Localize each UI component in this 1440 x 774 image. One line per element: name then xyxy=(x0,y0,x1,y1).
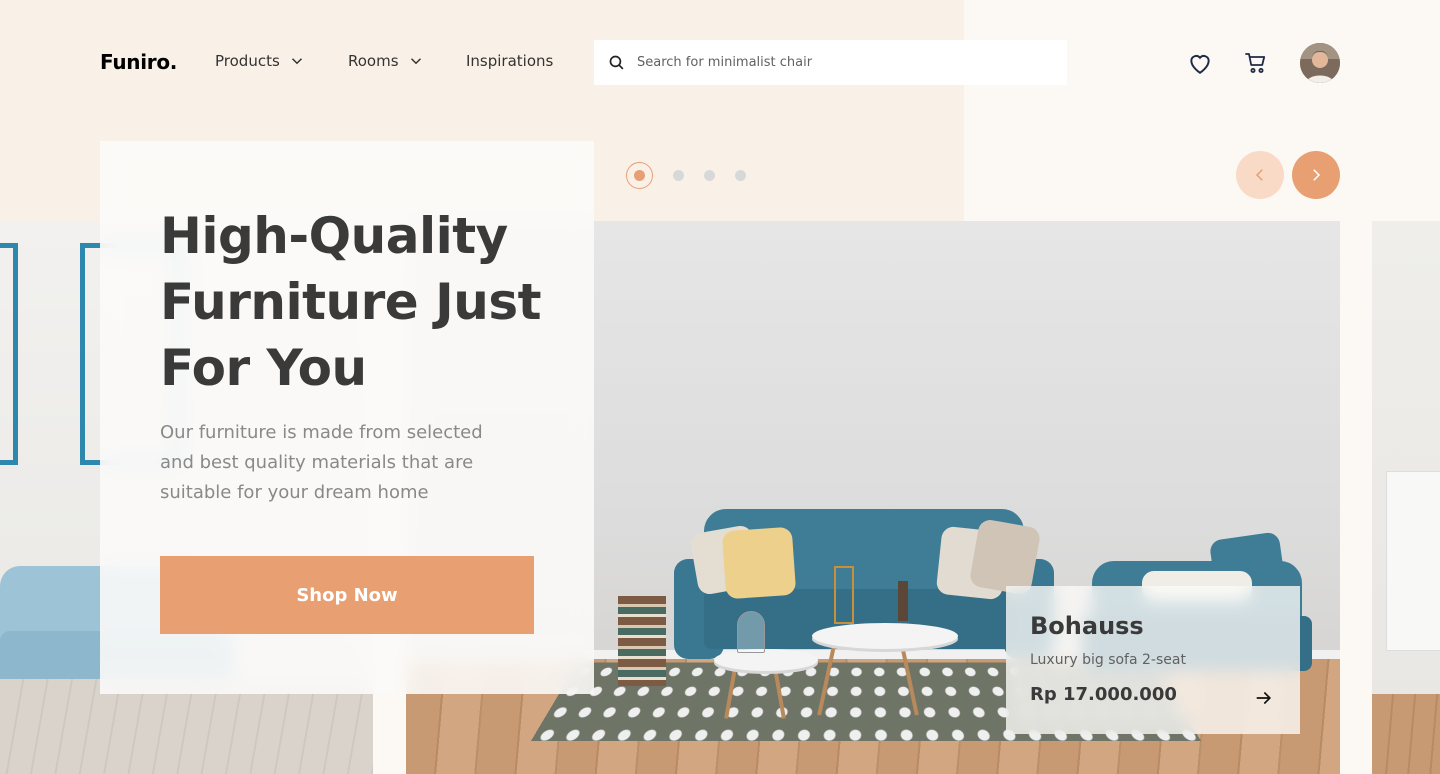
cart-icon xyxy=(1245,53,1266,73)
slider-next-button[interactable] xyxy=(1292,151,1340,199)
wishlist-button[interactable] xyxy=(1185,48,1215,78)
avatar-image xyxy=(1300,43,1340,83)
shop-now-button[interactable]: Shop Now xyxy=(160,556,534,634)
nav-rooms[interactable]: Rooms xyxy=(348,52,425,70)
slide-image-next xyxy=(1372,221,1440,774)
nav-rooms-label: Rooms xyxy=(348,52,399,70)
heart-icon xyxy=(1190,55,1210,74)
product-name: Bohauss xyxy=(1030,612,1144,640)
chevron-right-icon xyxy=(1313,169,1321,181)
slide-dot[interactable] xyxy=(735,170,746,181)
product-price: Rp 17.000.000 xyxy=(1030,684,1177,705)
floor xyxy=(1372,694,1440,774)
chevron-down-icon xyxy=(410,58,421,65)
slider-prev-button[interactable] xyxy=(1236,151,1284,199)
chevron-left-icon xyxy=(1255,169,1263,181)
cart-button[interactable] xyxy=(1241,48,1271,78)
side-table xyxy=(714,649,818,671)
cloche-decor xyxy=(737,611,765,653)
coffee-table xyxy=(812,623,958,649)
nav-products-label: Products xyxy=(215,52,280,70)
slide-dot[interactable] xyxy=(673,170,684,181)
slide-dot-fill xyxy=(634,170,645,181)
candle-decor xyxy=(898,581,908,621)
product-description: Luxury big sofa 2-seat xyxy=(1030,652,1186,668)
arrow-right-icon[interactable] xyxy=(1254,688,1274,708)
featured-product-card[interactable]: Bohauss Luxury big sofa 2-seat Rp 17.000… xyxy=(1006,586,1300,734)
candle-decor xyxy=(834,566,854,624)
hero-description: Our furniture is made from selected and … xyxy=(160,422,483,503)
nav-inspirations-label: Inspirations xyxy=(466,52,554,70)
cabinet xyxy=(1386,471,1440,651)
slide-dot-active[interactable] xyxy=(626,162,653,189)
search-bar[interactable] xyxy=(594,40,1067,85)
slide-dot[interactable] xyxy=(704,170,715,181)
wall-frame xyxy=(0,243,18,465)
chevron-down-icon xyxy=(291,58,302,65)
nav-inspirations[interactable]: Inspirations xyxy=(466,52,553,70)
search-icon xyxy=(609,55,624,70)
nav-products[interactable]: Products xyxy=(215,52,306,70)
hero-card: High-Quality Furniture Just For You Our … xyxy=(100,141,594,694)
book-stack xyxy=(618,596,666,686)
brand-logo[interactable]: Funiro. xyxy=(100,50,177,74)
search-input[interactable] xyxy=(637,55,1017,70)
hero-title: High-Quality Furniture Just For You xyxy=(160,207,542,397)
avatar[interactable] xyxy=(1300,43,1340,83)
